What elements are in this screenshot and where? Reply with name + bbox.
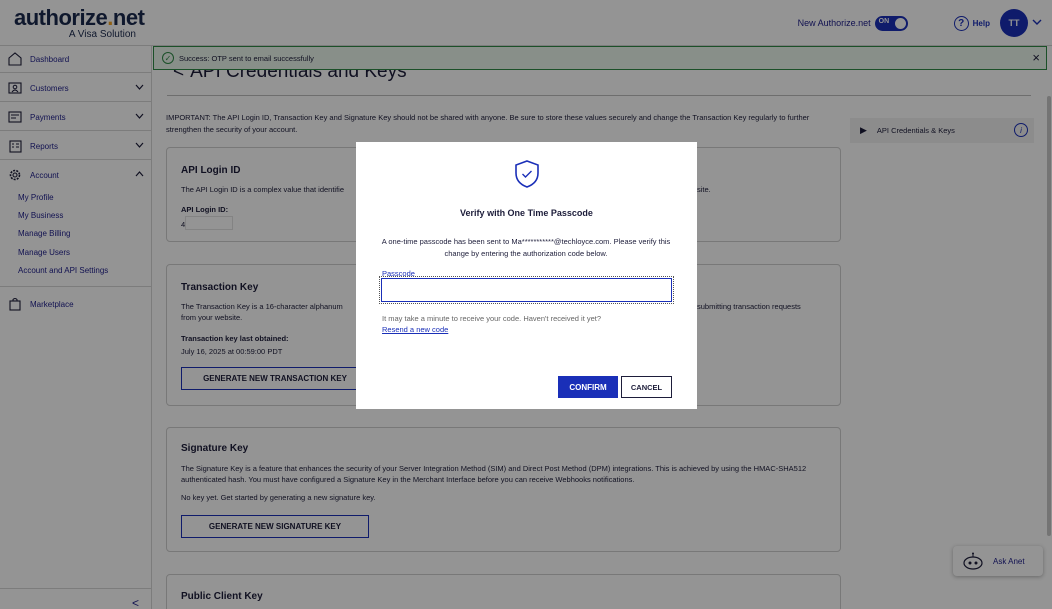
- modal-title: Verify with One Time Passcode: [460, 208, 593, 218]
- modal-message: A one-time passcode has been sent to Ma*…: [381, 237, 671, 258]
- confirm-button[interactable]: CONFIRM: [558, 376, 618, 398]
- passcode-label: Passcode: [382, 269, 415, 278]
- resend-code-link[interactable]: Resend a new code: [382, 325, 448, 334]
- resend-hint: It may take a minute to receive your cod…: [382, 314, 602, 323]
- passcode-input[interactable]: [379, 276, 674, 304]
- otp-verify-modal: Verify with One Time Passcode A one-time…: [356, 142, 697, 409]
- cancel-button[interactable]: CANCEL: [621, 376, 672, 398]
- shield-check-icon: [513, 159, 541, 189]
